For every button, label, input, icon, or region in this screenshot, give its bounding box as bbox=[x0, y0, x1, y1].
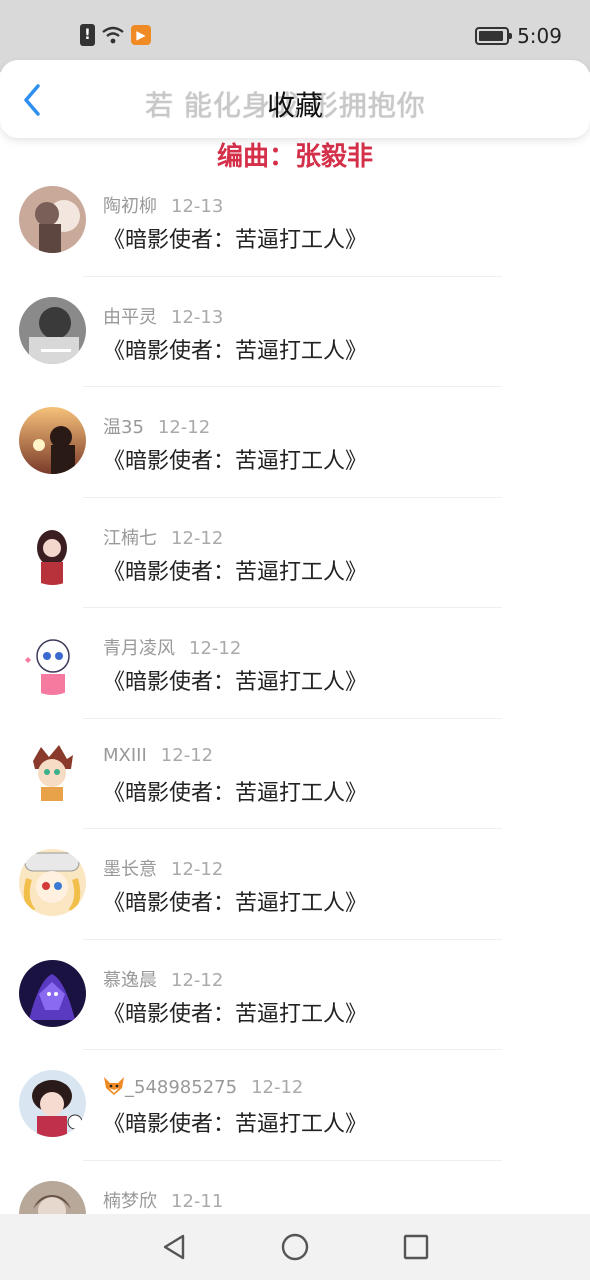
user-name[interactable]: 楠梦欣 bbox=[103, 1191, 157, 1212]
list-item[interactable]: 慕逸晨 12-12 《暗影使者：苦逼打工人》 bbox=[0, 940, 590, 1050]
square-recents-icon[interactable] bbox=[403, 1234, 429, 1260]
avatar[interactable] bbox=[19, 738, 86, 806]
comment-date: 12-13 bbox=[171, 196, 224, 217]
circle-home-icon[interactable] bbox=[281, 1233, 309, 1261]
header-bar: 若 能化身成 形拥抱你 收藏 bbox=[0, 60, 590, 138]
user-name[interactable]: 陶初柳 bbox=[103, 196, 157, 217]
list-item[interactable]: 温35 12-12 《暗影使者：苦逼打工人》 bbox=[0, 387, 590, 498]
comment-meta: 由平灵 12-13 bbox=[103, 303, 223, 329]
list-item[interactable]: _548985275 12-12 《暗影使者：苦逼打工人》 bbox=[0, 1050, 590, 1161]
user-name[interactable]: 江楠七 bbox=[103, 528, 157, 549]
list-item[interactable]: 陶初柳 12-13 《暗影使者：苦逼打工人》 bbox=[0, 166, 590, 277]
page-title: 收藏 bbox=[266, 89, 323, 122]
comment-meta: 墨长意 12-12 bbox=[103, 855, 223, 881]
comment-meta: 青月凌风 12-12 bbox=[103, 634, 241, 660]
comment-meta: MXIII 12-12 bbox=[103, 745, 213, 766]
list-item[interactable]: 青月凌风 12-12 《暗影使者：苦逼打工人》 bbox=[0, 608, 590, 719]
fox-emoji-icon bbox=[104, 1077, 124, 1095]
triangle-back-icon[interactable] bbox=[161, 1233, 187, 1261]
user-name[interactable]: 慕逸晨 bbox=[103, 970, 157, 991]
user-name[interactable]: 墨长意 bbox=[103, 859, 157, 880]
comment-meta: _548985275 12-12 bbox=[103, 1076, 303, 1098]
user-name[interactable]: _548985275 bbox=[125, 1077, 237, 1098]
wifi-icon bbox=[102, 26, 124, 44]
comment-date: 12-12 bbox=[160, 744, 214, 766]
comment-date: 12-12 bbox=[251, 1077, 304, 1098]
comment-text: 《暗影使者：苦逼打工人》 bbox=[103, 670, 368, 695]
avatar[interactable] bbox=[19, 959, 86, 1027]
user-name[interactable]: 青月凌风 bbox=[103, 638, 175, 659]
status-icons-left: ! ▶ bbox=[80, 24, 151, 46]
comment-meta: 楠梦欣 12-11 bbox=[103, 1187, 223, 1213]
favorites-list: 陶初柳 12-13 《暗影使者：苦逼打工人》 由平灵 12-13 《暗影使者：苦逼打… bbox=[0, 166, 590, 1271]
comment-date: 12-12 bbox=[171, 859, 224, 880]
comment-text: 《暗影使者：苦逼打工人》 bbox=[103, 559, 368, 585]
avatar[interactable] bbox=[19, 849, 86, 916]
comment-meta: 慕逸晨 12-12 bbox=[103, 966, 223, 992]
comment-text: 《暗影使者：苦逼打工人》 bbox=[103, 891, 368, 916]
system-nav-bar bbox=[0, 1214, 590, 1280]
list-item[interactable]: 墨长意 12-12 《暗影使者：苦逼打工人》 bbox=[0, 829, 590, 940]
comment-text: 《暗影使者：苦逼打工人》 bbox=[103, 449, 368, 474]
video-app-icon: ▶ bbox=[131, 25, 151, 45]
user-name[interactable]: MXIII bbox=[103, 745, 147, 766]
avatar[interactable] bbox=[19, 186, 86, 253]
comment-text: 《暗影使者：苦逼打工人》 bbox=[103, 228, 368, 253]
avatar[interactable] bbox=[19, 1070, 86, 1137]
avatar[interactable] bbox=[19, 407, 86, 474]
comment-meta: 温35 12-12 bbox=[103, 413, 210, 439]
alert-icon: ! bbox=[80, 24, 95, 46]
list-item[interactable]: 江楠七 12-12 《暗影使者：苦逼打工人》 bbox=[0, 498, 590, 608]
status-icons-right: 5:09 bbox=[475, 24, 562, 48]
comment-meta: 陶初柳 12-13 bbox=[103, 192, 223, 218]
avatar[interactable] bbox=[19, 296, 86, 364]
comment-text: 《暗影使者：苦逼打工人》 bbox=[103, 338, 368, 364]
comment-date: 12-13 bbox=[171, 306, 224, 328]
comment-text: 《暗影使者：苦逼打工人》 bbox=[103, 1112, 368, 1137]
list-item[interactable]: MXIII 12-12 《暗影使者：苦逼打工人》 bbox=[0, 719, 590, 829]
avatar[interactable] bbox=[19, 517, 86, 585]
user-name[interactable]: 温35 bbox=[103, 417, 144, 438]
comment-date: 12-12 bbox=[171, 527, 224, 549]
comment-meta: 江楠七 12-12 bbox=[103, 524, 223, 550]
comment-text: 《暗影使者：苦逼打工人》 bbox=[103, 1001, 368, 1027]
status-time: 5:09 bbox=[517, 24, 562, 48]
comment-date: 12-11 bbox=[171, 1190, 224, 1212]
comment-date: 12-12 bbox=[189, 638, 242, 659]
avatar[interactable] bbox=[19, 628, 86, 695]
battery-icon bbox=[475, 27, 513, 45]
comment-text: 《暗影使者：苦逼打工人》 bbox=[103, 780, 368, 806]
comment-date: 12-12 bbox=[157, 417, 211, 438]
user-name[interactable]: 由平灵 bbox=[103, 307, 157, 328]
list-item[interactable]: 由平灵 12-13 《暗影使者：苦逼打工人》 bbox=[0, 277, 590, 387]
comment-date: 12-12 bbox=[171, 969, 224, 991]
